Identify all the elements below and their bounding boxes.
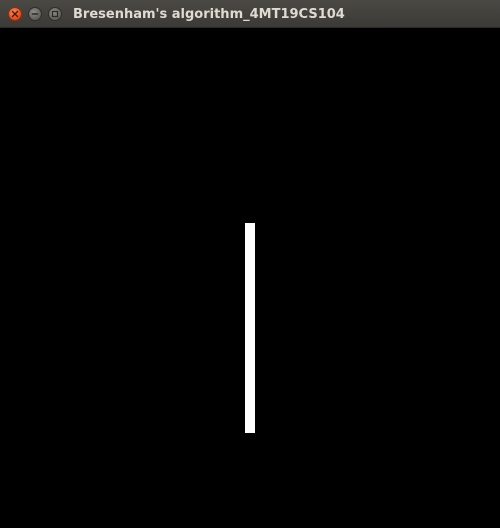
app-window: Bresenham's algorithm_4MT19CS104 [0,0,500,528]
bresenham-line [245,223,255,433]
window-title: Bresenham's algorithm_4MT19CS104 [73,7,345,22]
line-drawing [245,223,255,433]
maximize-button[interactable] [48,7,62,21]
minimize-icon [31,13,39,15]
drawing-canvas [0,28,500,528]
close-icon [11,10,19,18]
maximize-icon [51,10,59,18]
close-button[interactable] [8,7,22,21]
minimize-button[interactable] [28,7,42,21]
title-bar[interactable]: Bresenham's algorithm_4MT19CS104 [0,0,500,28]
